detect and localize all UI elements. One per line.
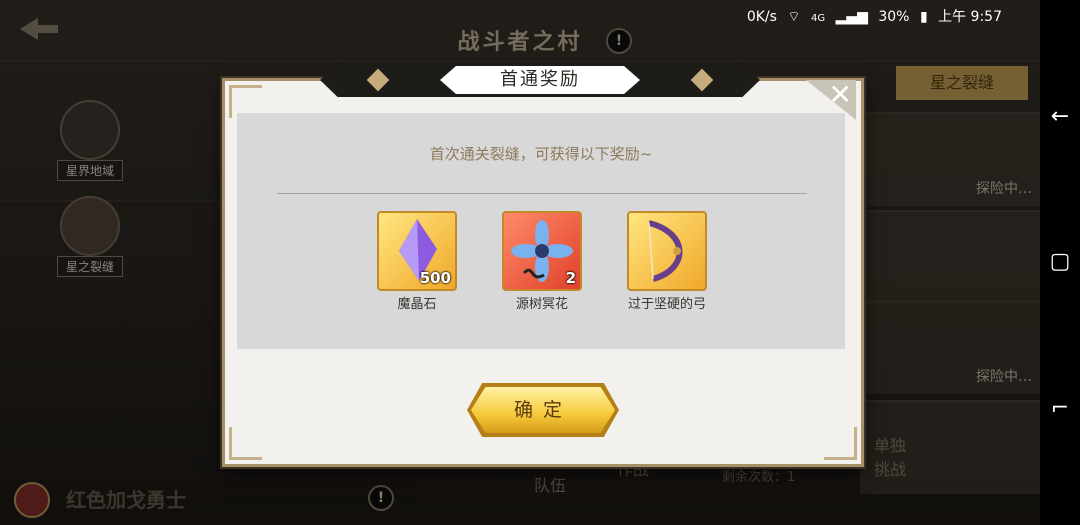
signal-icon: ▂▄▆ — [835, 9, 868, 25]
reward-panel: 首次通关裂缝，可获得以下奖励~ 500 魔晶石 2 源树冥花 过于坚硬的弓 — [237, 113, 845, 349]
reward-item[interactable]: 500 魔晶石 — [372, 211, 462, 312]
recents-icon[interactable]: ▢ — [1046, 248, 1074, 276]
net-speed: 0K/s — [746, 9, 777, 25]
diamond-ornament-icon — [690, 68, 714, 92]
first-clear-reward-dialog: 首次通关裂缝，可获得以下奖励~ 500 魔晶石 2 源树冥花 过于坚硬的弓 确定 — [222, 78, 864, 467]
confirm-button[interactable]: 确定 — [471, 387, 615, 433]
reward-list: 500 魔晶石 2 源树冥花 过于坚硬的弓 — [372, 211, 712, 321]
diamond-ornament-icon — [366, 68, 390, 92]
system-nav-bar: ← ▢ ⌐ — [1040, 0, 1080, 525]
reward-item[interactable]: 2 源树冥花 — [497, 211, 587, 312]
status-bar: 0K/s ⌔ 4G ▂▄▆ 30% ▮ 上午 9:57 — [741, 6, 1002, 26]
reward-qty: 500 — [419, 269, 451, 287]
wifi-icon: ⌔ — [787, 9, 801, 25]
battery-icon: ▮ — [919, 9, 928, 25]
reward-name: 过于坚硬的弓 — [627, 297, 706, 312]
bow-icon — [648, 220, 683, 282]
dialog-title: 首通奖励 — [440, 66, 640, 94]
divider — [277, 193, 807, 194]
battery-level: 30% — [878, 9, 910, 25]
clock: 上午 9:57 — [938, 9, 1002, 25]
home-icon[interactable]: ⌐ — [1046, 395, 1074, 423]
back-arrow-icon[interactable]: ← — [1046, 103, 1074, 131]
reward-name: 魔晶石 — [397, 297, 437, 312]
reward-item[interactable]: 过于坚硬的弓 — [622, 211, 712, 312]
reward-frame: 500 — [377, 211, 457, 291]
corner-ornament — [229, 427, 262, 460]
dialog-subtitle: 首次通关裂缝，可获得以下奖励~ — [429, 145, 653, 163]
reward-qty: 2 — [565, 269, 576, 287]
corner-ornament — [824, 427, 857, 460]
reward-frame — [627, 211, 707, 291]
signal-label: 4G — [811, 13, 826, 24]
reward-frame: 2 — [502, 211, 582, 291]
reward-name: 源树冥花 — [515, 297, 568, 312]
